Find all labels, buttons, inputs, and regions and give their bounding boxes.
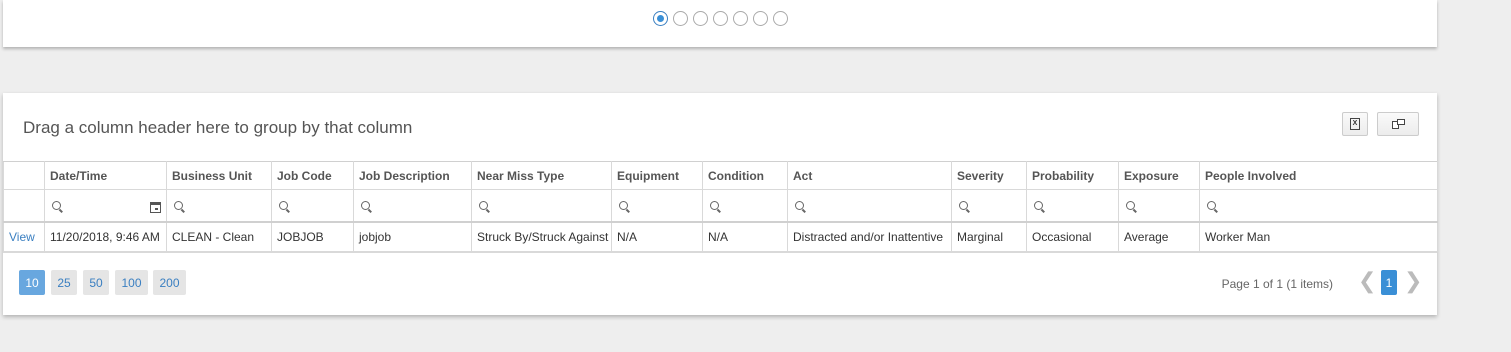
search-icon [619,200,628,210]
column-header-job-description[interactable]: Job Description [353,161,472,190]
cell-business-unit: CLEAN - Clean [166,220,272,252]
filter-people-involved[interactable] [1199,189,1438,222]
column-header-near-miss-type[interactable]: Near Miss Type [471,161,612,190]
page-number-1[interactable]: 1 [1381,270,1397,295]
filter-row [3,189,1438,222]
filter-job-code[interactable] [271,189,354,222]
cell-severity: Marginal [951,220,1027,252]
search-icon [959,200,968,210]
carousel-dot-6[interactable] [753,11,768,26]
column-header-exposure[interactable]: Exposure [1118,161,1200,190]
column-chooser-icon [1391,119,1405,129]
page-size-50[interactable]: 50 [83,270,109,295]
column-chooser-button[interactable] [1377,112,1419,136]
export-excel-button[interactable]: X [1342,112,1368,136]
column-header-job-code[interactable]: Job Code [271,161,354,190]
search-icon [174,200,183,210]
column-header-equipment[interactable]: Equipment [611,161,703,190]
cell-people-involved: Worker Man [1199,220,1438,252]
search-icon [479,200,488,210]
filter-condition[interactable] [702,189,788,222]
next-page-icon[interactable]: ❯ [1404,269,1422,294]
cell-date-time: 11/20/2018, 9:46 AM [44,220,167,252]
filter-job-description[interactable] [353,189,472,222]
column-header-condition[interactable]: Condition [702,161,788,190]
view-link[interactable]: View [3,220,45,252]
search-icon [361,200,370,210]
carousel-dot-3[interactable] [693,11,708,26]
column-header-probability[interactable]: Probability [1026,161,1119,190]
pager: 10 25 50 100 200 Page 1 of 1 (1 items) ❮… [3,252,1437,315]
filter-exposure[interactable] [1118,189,1200,222]
search-icon [1034,200,1043,210]
cell-equipment: N/A [611,220,703,252]
filter-date-time[interactable] [44,189,167,222]
excel-icon: X [1350,118,1360,130]
data-grid: Drag a column header here to group by th… [3,93,1438,315]
carousel-dot-1[interactable] [653,11,668,26]
search-icon [795,200,804,210]
filter-near-miss-type[interactable] [471,189,612,222]
page-size-200[interactable]: 200 [153,270,186,295]
filter-probability[interactable] [1026,189,1119,222]
search-icon [1207,200,1216,210]
filter-severity[interactable] [951,189,1027,222]
carousel-card [3,0,1437,47]
column-header-business-unit[interactable]: Business Unit [166,161,272,190]
page-size-25[interactable]: 25 [51,270,77,295]
search-icon [710,200,719,210]
cell-job-code: JOBJOB [271,220,354,252]
page-size-10[interactable]: 10 [19,270,45,295]
view-link-text[interactable]: View [9,230,35,244]
cell-near-miss-type: Struck By/Struck Against [471,220,612,252]
cell-condition: N/A [702,220,788,252]
search-icon [1126,200,1135,210]
cell-job-description: jobjob [353,220,472,252]
carousel-dot-4[interactable] [713,11,728,26]
column-header-severity[interactable]: Severity [951,161,1027,190]
column-header-act[interactable]: Act [787,161,952,190]
carousel-dot-5[interactable] [733,11,748,26]
table-row: View 11/20/2018, 9:46 AM CLEAN - Clean J… [3,220,1438,252]
filter-equipment[interactable] [611,189,703,222]
header-row: Date/Time Business Unit Job Code Job Des… [3,161,1438,190]
grid-table: Date/Time Business Unit Job Code Job Des… [3,161,1438,252]
search-icon [52,200,61,210]
column-header-command [3,161,45,190]
page-size-100[interactable]: 100 [115,270,148,295]
carousel-dot-7[interactable] [773,11,788,26]
column-header-date-time[interactable]: Date/Time [44,161,167,190]
group-panel[interactable]: Drag a column header here to group by th… [23,118,412,138]
page-info: Page 1 of 1 (1 items) [1221,277,1333,291]
column-header-people-involved[interactable]: People Involved [1199,161,1438,190]
carousel-pager [653,11,788,26]
filter-act[interactable] [787,189,952,222]
cell-exposure: Average [1118,220,1200,252]
cell-probability: Occasional [1026,220,1119,252]
prev-page-icon[interactable]: ❮ [1358,269,1376,294]
calendar-icon[interactable] [150,201,161,213]
filter-business-unit[interactable] [166,189,272,222]
carousel-dot-2[interactable] [673,11,688,26]
cell-act: Distracted and/or Inattentive [787,220,952,252]
search-icon [279,200,288,210]
filter-cell-command [3,189,45,222]
